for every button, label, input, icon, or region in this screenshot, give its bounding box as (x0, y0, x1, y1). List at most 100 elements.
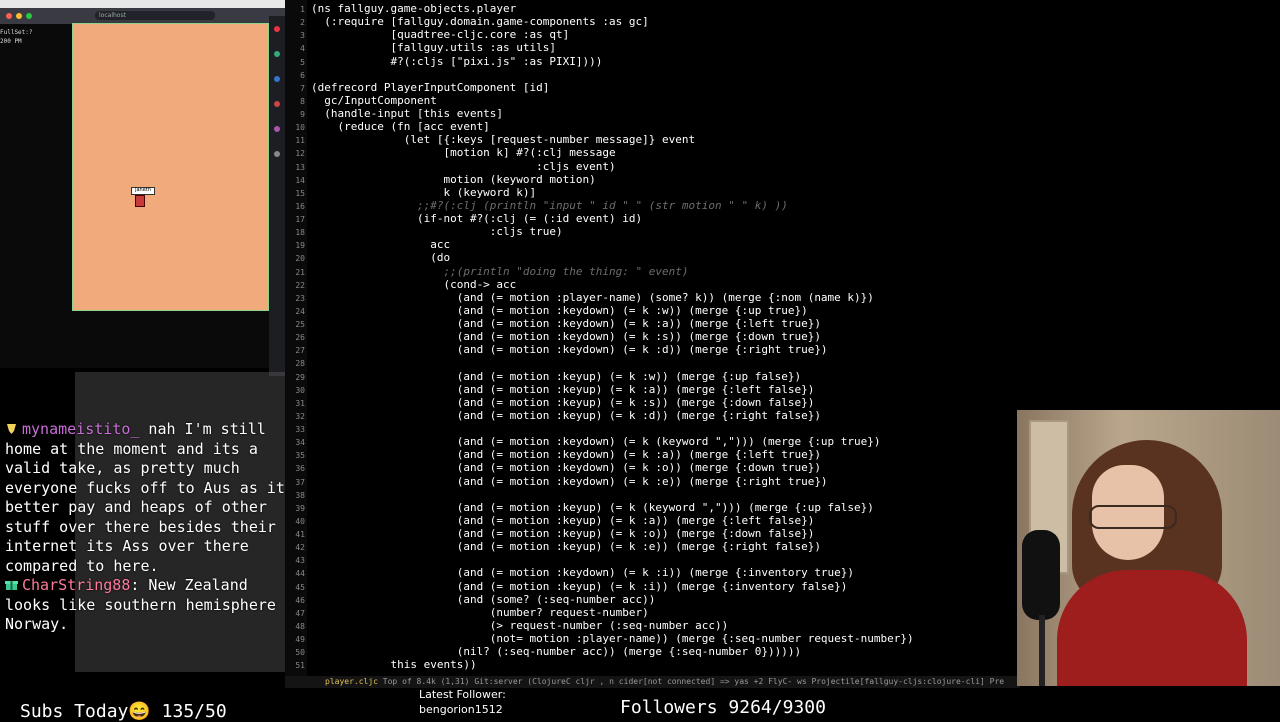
code-line[interactable]: 2 (:require [fallguy.domain.game-compone… (285, 15, 1020, 28)
minimize-icon[interactable] (16, 13, 22, 19)
code-text: gc/InputComponent (311, 93, 437, 107)
microphone-icon (1022, 530, 1060, 620)
code-line[interactable]: 5 #?(:cljs ["pixi.js" :as PIXI]))) (285, 55, 1020, 68)
code-line[interactable]: 43 (285, 553, 1020, 566)
code-line[interactable]: 38 (285, 488, 1020, 501)
code-line[interactable]: 49 (not= motion :player-name)) (merge {:… (285, 632, 1020, 645)
code-text: (nil? (:seq-number acc)) (merge {:seq-nu… (311, 645, 802, 659)
line-number: 6 (300, 70, 305, 80)
code-line[interactable]: 30 (and (= motion :keyup) (= k :a)) (mer… (285, 383, 1020, 396)
code-line[interactable]: 27 (and (= motion :keydown) (= k :d)) (m… (285, 343, 1020, 356)
line-number: 22 (295, 280, 305, 290)
line-number: 24 (295, 306, 305, 316)
extension-icon[interactable] (274, 101, 280, 107)
code-line[interactable]: 8 gc/InputComponent (285, 94, 1020, 107)
code-line[interactable]: 51 this events)) (285, 658, 1020, 671)
code-line[interactable]: 1 (ns fallguy.game-objects.player (285, 2, 1020, 15)
code-line[interactable]: 50 (nil? (:seq-number acc)) (merge {:seq… (285, 645, 1020, 658)
line-number: 21 (295, 267, 305, 277)
extension-icon[interactable] (274, 126, 280, 132)
code-line[interactable]: 6 (285, 68, 1020, 81)
code-line[interactable]: 12 [motion k] #?(:clj message (285, 146, 1020, 159)
line-number: 48 (295, 621, 305, 631)
code-buffer[interactable]: 1 (ns fallguy.game-objects.player 2 (:requ… (285, 2, 1020, 671)
line-number: 35 (295, 451, 305, 461)
code-line[interactable]: 48 (> request-number (:seq-number acc)) (285, 619, 1020, 632)
hud-line: FullSet:? (0, 29, 33, 36)
code-line[interactable]: 42 (and (= motion :keyup) (= k :e)) (mer… (285, 540, 1020, 553)
extension-icon[interactable] (274, 26, 280, 32)
line-number: 19 (295, 241, 305, 251)
code-text: (cond-> acc (311, 277, 517, 291)
emoji-icon: 😄 (128, 701, 151, 722)
code-line[interactable]: 4 [fallguy.utils :as utils] (285, 41, 1020, 54)
code-line[interactable]: 24 (and (= motion :keydown) (= k :w)) (m… (285, 304, 1020, 317)
code-line[interactable]: 45 (and (= motion :keyup) (= k :i)) (mer… (285, 580, 1020, 593)
code-text: [motion k] #?(:clj message (311, 146, 616, 160)
code-text: acc (311, 238, 451, 252)
code-line[interactable]: 20 (do (285, 251, 1020, 264)
code-line[interactable]: 29 (and (= motion :keyup) (= k :w)) (mer… (285, 370, 1020, 383)
code-line[interactable]: 19 acc (285, 238, 1020, 251)
code-text: ;;#?(:clj (println "input " id " " (str … (311, 198, 788, 212)
code-line[interactable]: 14 motion (keyword motion) (285, 173, 1020, 186)
code-text: (and (= motion :keyup) (= k :s)) (merge … (311, 395, 815, 409)
code-line[interactable]: 13 :cljs event) (285, 160, 1020, 173)
code-line[interactable]: 44 (and (= motion :keydown) (= k :i)) (m… (285, 566, 1020, 579)
line-number: 18 (295, 228, 305, 238)
code-line[interactable]: 7 (defrecord PlayerInputComponent [id] (285, 81, 1020, 94)
line-number: 25 (295, 320, 305, 329)
code-line[interactable]: 46 (and (some? (:seq-number acc)) (285, 593, 1020, 606)
code-line[interactable]: 40 (and (= motion :keyup) (= k :a)) (mer… (285, 514, 1020, 527)
game-hud: FullSet:? 200 PM (0, 28, 33, 46)
line-number: 1 (300, 5, 305, 14)
code-line[interactable]: 26 (and (= motion :keydown) (= k :s)) (m… (285, 330, 1020, 343)
code-line[interactable]: 41 (and (= motion :keyup) (= k :o)) (mer… (285, 527, 1020, 540)
code-line[interactable]: 32 (and (= motion :keyup) (= k :d)) (mer… (285, 409, 1020, 422)
code-line[interactable]: 22 (cond-> acc (285, 278, 1020, 291)
line-number: 28 (295, 359, 305, 369)
line-number: 36 (295, 464, 305, 474)
mic-arm (1039, 615, 1045, 686)
code-line[interactable]: 11 (let [{:keys [request-number message]… (285, 133, 1020, 146)
code-line[interactable]: 31 (and (= motion :keyup) (= k :s)) (mer… (285, 396, 1020, 409)
code-line[interactable]: 33 (285, 422, 1020, 435)
line-number: 12 (295, 149, 305, 159)
line-number: 47 (295, 608, 305, 618)
code-text: (if-not #?(:clj (= (:id event) id) (311, 212, 643, 225)
code-line[interactable]: 25 (and (= motion :keydown) (= k :a)) (m… (285, 317, 1020, 330)
code-line[interactable]: 47 (number? request-number) (285, 606, 1020, 619)
code-line[interactable]: 18 :cljs true) (285, 225, 1020, 238)
extension-icon[interactable] (274, 76, 280, 82)
line-number: 32 (295, 411, 305, 421)
line-number: 34 (295, 438, 305, 448)
code-text: (:require [fallguy.domain.game-component… (311, 15, 649, 29)
extension-icon[interactable] (274, 151, 280, 157)
code-line[interactable]: 9 (handle-input [this events] (285, 107, 1020, 120)
extension-icon[interactable] (274, 51, 280, 57)
devtools-sidebar (269, 16, 285, 376)
code-line[interactable]: 3 [quadtree-cljc.core :as qt] (285, 28, 1020, 41)
code-line[interactable]: 35 (and (= motion :keydown) (= k :a)) (m… (285, 448, 1020, 461)
url-bar[interactable]: localhost (95, 11, 215, 20)
code-line[interactable]: 21 ;;(println "doing the thing: " event) (285, 265, 1020, 278)
code-line[interactable]: 15 k (keyword k)] (285, 186, 1020, 199)
code-line[interactable]: 17 (if-not #?(:clj (= (:id event) id) (285, 212, 1020, 225)
game-canvas[interactable] (72, 23, 269, 311)
code-editor[interactable]: 1 (ns fallguy.game-objects.player 2 (:requ… (285, 0, 1020, 690)
player-name-tag: janeth (131, 187, 155, 195)
code-line[interactable]: 23 (and (= motion :player-name) (some? k… (285, 291, 1020, 304)
code-line[interactable]: 10 (reduce (fn [acc event] (285, 120, 1020, 133)
code-text: (and (= motion :keyup) (= k :o)) (merge … (311, 527, 815, 540)
code-line[interactable]: 37 (and (= motion :keydown) (= k :e)) (m… (285, 475, 1020, 488)
line-number: 51 (295, 661, 305, 671)
code-line[interactable]: 16 ;;#?(:clj (println "input " id " " (s… (285, 199, 1020, 212)
code-line[interactable]: 36 (and (= motion :keydown) (= k :o)) (m… (285, 461, 1020, 474)
subs-value: 135/50 (161, 701, 227, 722)
line-number: 43 (295, 556, 305, 566)
code-line[interactable]: 28 (285, 356, 1020, 369)
maximize-icon[interactable] (26, 13, 32, 19)
code-line[interactable]: 39 (and (= motion :keyup) (= k (keyword … (285, 501, 1020, 514)
close-icon[interactable] (6, 13, 12, 19)
code-line[interactable]: 34 (and (= motion :keydown) (= k (keywor… (285, 435, 1020, 448)
